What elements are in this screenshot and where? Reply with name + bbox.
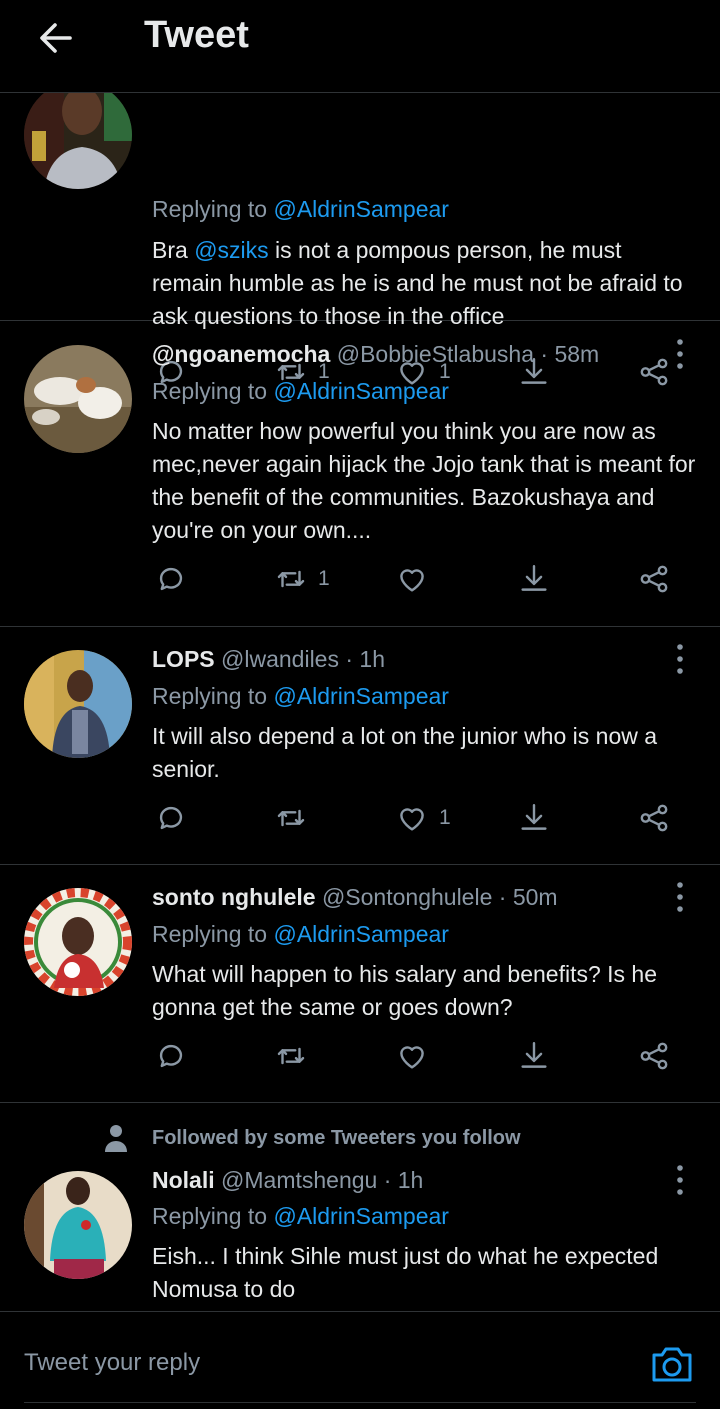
reply-icon[interactable] [154, 1036, 188, 1076]
reply-handle-link[interactable]: @AldrinSampear [273, 683, 448, 709]
share-icon[interactable] [637, 798, 671, 838]
tweet-actions: 1 [152, 559, 692, 599]
retweet-button[interactable]: 1 [274, 559, 330, 599]
more-icon[interactable] [670, 1162, 690, 1198]
share-icon[interactable] [637, 559, 671, 599]
like-button[interactable]: 1 [395, 798, 451, 838]
display-name[interactable]: @ngoanemocha [152, 341, 330, 367]
display-name[interactable]: LOPS [152, 646, 215, 672]
more-icon[interactable] [670, 336, 690, 372]
reply-composer: Tweet your reply [0, 1311, 720, 1409]
retweet-button[interactable] [274, 1036, 318, 1076]
user-handle[interactable]: @BobbieStlabusha [337, 341, 534, 367]
reply-handle-link[interactable]: @AldrinSampear [273, 921, 448, 947]
like-icon [395, 801, 429, 835]
display-name[interactable]: Nolali [152, 1167, 215, 1193]
tweet-text: Bra @sziks is not a pompous person, he m… [152, 237, 683, 329]
retweet-count: 1 [318, 567, 330, 590]
replying-to: Replying to @AldrinSampear [152, 683, 449, 709]
timestamp: · 50m [498, 884, 558, 910]
tweet-text: What will happen to his salary and benef… [152, 961, 658, 1020]
retweet-button[interactable] [274, 798, 318, 838]
more-icon[interactable] [670, 641, 690, 677]
bookmark-icon[interactable] [517, 559, 551, 599]
tweet-header: sonto nghulele @Sontonghulele · 50m [152, 884, 558, 911]
like-icon [395, 562, 429, 596]
display-name[interactable]: sonto nghulele [152, 884, 316, 910]
tweet[interactable]: Followed by some Tweeters you follow Nol… [0, 1103, 720, 1311]
tweet-header: @ngoanemocha @BobbieStlabusha · 58m [152, 341, 599, 368]
user-handle[interactable]: @lwandiles [221, 646, 339, 672]
tweet[interactable]: LOPS @lwandiles · 1h Replying to @Aldrin… [0, 627, 720, 865]
avatar[interactable] [24, 888, 132, 996]
like-icon [395, 1039, 429, 1073]
reply-handle-link[interactable]: @AldrinSampear [273, 378, 448, 404]
tweet-header: Nolali @Mamtshengu · 1h [152, 1167, 423, 1194]
tweet-actions: 1 [152, 798, 692, 838]
retweet-icon [274, 1039, 308, 1073]
bookmark-icon[interactable] [517, 1036, 551, 1076]
timestamp: · 1h [383, 1167, 424, 1193]
retweet-icon [274, 562, 308, 596]
bookmark-icon[interactable] [517, 798, 551, 838]
tweet-text: It will also depend a lot on the junior … [152, 723, 658, 782]
tweet-actions [152, 1036, 692, 1076]
replying-to: Replying to @AldrinSampear [152, 378, 449, 404]
retweet-icon [274, 801, 308, 835]
timestamp: · 58m [540, 341, 600, 367]
user-handle[interactable]: @Mamtshengu [221, 1167, 377, 1193]
page-title: Tweet [144, 14, 249, 56]
person-icon [105, 1125, 127, 1152]
replying-to: Replying to @AldrinSampear [152, 196, 449, 222]
avatar[interactable] [24, 345, 132, 453]
avatar[interactable] [24, 1171, 132, 1279]
reply-feed[interactable]: Replying to @AldrinSampear Bra @sziks is… [0, 93, 720, 1311]
avatar[interactable] [24, 93, 132, 189]
reply-handle-link[interactable]: @AldrinSampear [273, 1203, 448, 1229]
reply-icon[interactable] [154, 798, 188, 838]
share-icon[interactable] [637, 1036, 671, 1076]
replying-to: Replying to @AldrinSampear [152, 921, 449, 947]
reply-input[interactable]: Tweet your reply [24, 1349, 200, 1377]
like-button[interactable] [395, 559, 439, 599]
like-count: 1 [439, 806, 451, 829]
tweet-text: No matter how powerful you think you are… [152, 418, 696, 543]
tweet-header: LOPS @lwandiles · 1h [152, 646, 385, 673]
mention-link[interactable]: @sziks [194, 237, 268, 263]
back-arrow-icon[interactable] [36, 18, 76, 58]
like-button[interactable] [395, 1036, 439, 1076]
replying-to: Replying to @AldrinSampear [152, 1203, 449, 1229]
timestamp: · 1h [345, 646, 386, 672]
reply-handle-link[interactable]: @AldrinSampear [273, 196, 448, 222]
tweet[interactable]: sonto nghulele @Sontonghulele · 50m Repl… [0, 865, 720, 1103]
tweet-text: Eish... I think Sihle must just do what … [152, 1243, 659, 1302]
top-bar: Tweet [0, 0, 720, 93]
avatar[interactable] [24, 650, 132, 758]
more-icon[interactable] [670, 879, 690, 915]
divider [24, 1402, 696, 1403]
reply-icon[interactable] [154, 559, 188, 599]
tweet[interactable]: @ngoanemocha @BobbieStlabusha · 58m Repl… [0, 321, 720, 627]
camera-icon[interactable] [650, 1342, 694, 1386]
social-context: Followed by some Tweeters you follow [104, 1123, 521, 1153]
user-handle[interactable]: @Sontonghulele [322, 884, 492, 910]
tweet[interactable]: Replying to @AldrinSampear Bra @sziks is… [0, 93, 720, 321]
